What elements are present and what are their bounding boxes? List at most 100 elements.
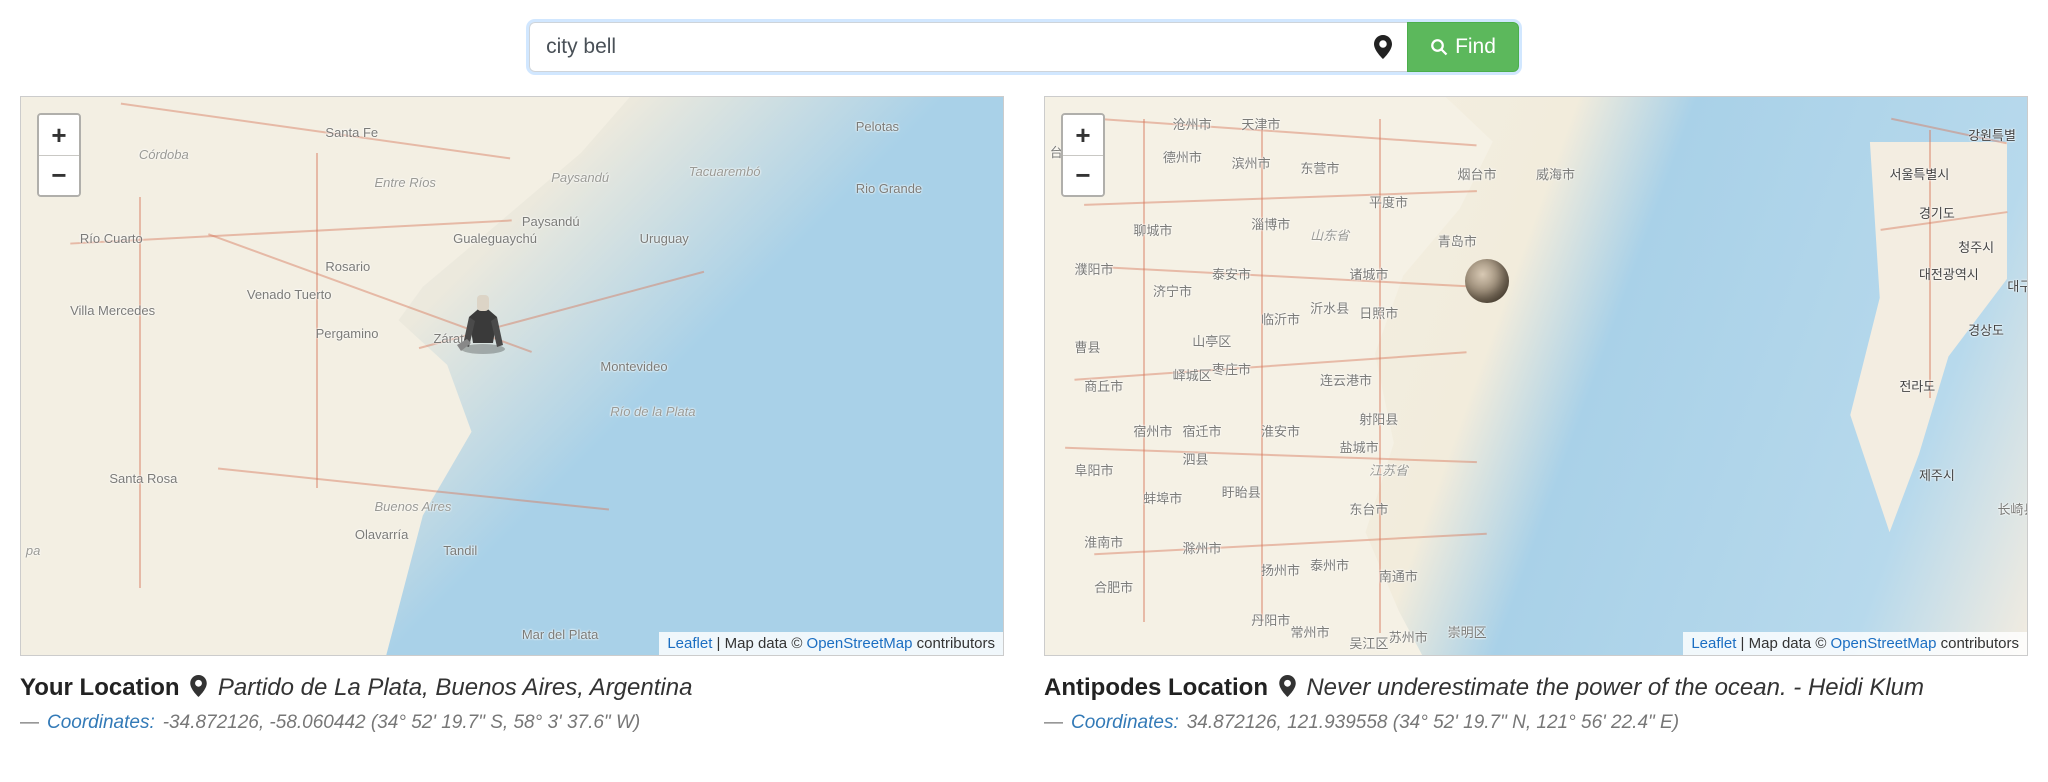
coordinates-link[interactable]: Coordinates:	[1071, 712, 1179, 734]
map-city-label: 滨州市	[1232, 153, 1271, 172]
map-right[interactable]: 沧州市天津市德州市滨州市东营市烟台市威海市平度市聊城市淄博市山东省青岛市台濮阳市…	[1044, 96, 2028, 656]
coords-line-right: — Coordinates: 34.872126, 121.939558 (34…	[1044, 712, 2028, 734]
map-city-label: 烟台市	[1457, 164, 1496, 183]
map-attribution-right: Leaflet | Map data © OpenStreetMap contr…	[1683, 632, 2027, 655]
leaflet-link[interactable]: Leaflet	[667, 635, 712, 652]
map-city-label: 诸城市	[1349, 264, 1388, 283]
map-city-label: 경기도	[1919, 203, 1955, 222]
map-city-label: 长崎县	[1998, 499, 2028, 518]
map-city-label: 淄博市	[1251, 214, 1290, 233]
map-pin-icon	[1279, 675, 1296, 704]
map-city-label: 合肥市	[1094, 577, 1133, 596]
panel-your-location: Santa FeCórdobaEntre RíosPaysandúPaysand…	[20, 96, 1004, 734]
map-city-label: Buenos Aires	[375, 499, 452, 514]
map-city-label: Uruguay	[640, 231, 689, 246]
search-bar: Find	[0, 0, 2048, 96]
map-city-label: Tandil	[443, 543, 477, 558]
map-city-label: 天津市	[1241, 114, 1280, 133]
map-city-label: 射阳县	[1359, 409, 1398, 428]
map-city-label: Paysandú	[522, 214, 580, 229]
panel-title-bold: Antipodes Location	[1044, 674, 1268, 701]
map-city-label: 泗县	[1182, 449, 1208, 468]
map-city-label: pa	[26, 543, 40, 558]
map-city-label: 青岛市	[1438, 231, 1477, 250]
map-city-label: 蚌埠市	[1143, 488, 1182, 507]
map-city-label: 전라도	[1899, 376, 1935, 395]
osm-link[interactable]: OpenStreetMap	[807, 635, 913, 652]
map-city-label: 临沂市	[1261, 309, 1300, 328]
geolocate-button[interactable]	[1359, 22, 1407, 72]
panel-title-bold: Your Location	[20, 674, 180, 701]
coordinates-value: -34.872126, -58.060442 (34° 52' 19.7" S,…	[163, 712, 640, 734]
map-city-label: 江苏省	[1369, 460, 1408, 479]
map-city-label: 경상도	[1968, 320, 2004, 339]
map-city-label: 苏州市	[1389, 627, 1428, 646]
zoom-control-right: + −	[1061, 113, 1105, 197]
map-city-label: 曹县	[1074, 337, 1100, 356]
map-city-label: Río Cuarto	[80, 231, 143, 246]
map-city-label: 山亭区	[1192, 331, 1231, 350]
attr-tail: contributors	[1936, 635, 2019, 652]
map-city-label: 山东省	[1310, 225, 1349, 244]
dash: —	[20, 712, 39, 734]
panels: Santa FeCórdobaEntre RíosPaysandúPaysand…	[0, 96, 2048, 734]
find-button[interactable]: Find	[1407, 22, 1519, 72]
map-city-label: Rio Grande	[856, 181, 922, 196]
map-city-label: Montevideo	[600, 359, 667, 374]
zoom-out-button[interactable]: −	[39, 155, 79, 195]
map-city-label: 吴江区	[1349, 633, 1388, 652]
map-city-label: Santa Rosa	[109, 471, 177, 486]
leaflet-link[interactable]: Leaflet	[1691, 635, 1736, 652]
map-city-label: 阜阳市	[1074, 460, 1113, 479]
map-city-label: Venado Tuerto	[247, 287, 332, 302]
map-city-label: 제주시	[1919, 465, 1955, 484]
map-city-label: 峄城区	[1173, 365, 1212, 384]
map-city-label: Zárate	[433, 331, 471, 346]
osm-link[interactable]: OpenStreetMap	[1831, 635, 1937, 652]
map-city-label: 泰安市	[1212, 264, 1251, 283]
map-city-label: Entre Ríos	[375, 175, 436, 190]
map-city-label: 沂水县	[1310, 298, 1349, 317]
map-city-label: 丹阳市	[1251, 610, 1290, 629]
map-city-label: 威海市	[1536, 164, 1575, 183]
zoom-out-button[interactable]: −	[1063, 155, 1103, 195]
map-city-label: Villa Mercedes	[70, 303, 155, 318]
map-city-label: 日照市	[1359, 303, 1398, 322]
panel-antipodes: 沧州市天津市德州市滨州市东营市烟台市威海市平度市聊城市淄博市山东省青岛市台濮阳市…	[1044, 96, 2028, 734]
map-city-label: Tacuarembó	[689, 164, 761, 179]
map-city-label: 东台市	[1349, 499, 1388, 518]
map-city-label: 대전광역시	[1919, 264, 1979, 283]
map-city-label: 济宁市	[1153, 281, 1192, 300]
map-city-label: 商丘市	[1084, 376, 1123, 395]
map-city-label: 连云港市	[1320, 370, 1372, 389]
coords-line-left: — Coordinates: -34.872126, -58.060442 (3…	[20, 712, 1004, 734]
map-city-label: 扬州市	[1261, 560, 1300, 579]
map-city-label: 崇明区	[1448, 622, 1487, 641]
map-city-label: 南通市	[1379, 566, 1418, 585]
map-city-label: 서울특별시	[1890, 164, 1950, 183]
map-city-label: 平度市	[1369, 192, 1408, 211]
map-city-label: 滁州市	[1182, 538, 1221, 557]
map-city-label: 宿州市	[1133, 421, 1172, 440]
map-city-label: 청주시	[1958, 237, 1994, 256]
panel-title-left: Your Location Partido de La Plata, Bueno…	[20, 674, 1004, 704]
zoom-in-button[interactable]: +	[39, 115, 79, 155]
panel-title-right: Antipodes Location Never underestimate t…	[1044, 674, 2028, 704]
map-left[interactable]: Santa FeCórdobaEntre RíosPaysandúPaysand…	[20, 96, 1004, 656]
search-input[interactable]	[529, 22, 1359, 72]
map-city-label: Olavarría	[355, 527, 408, 542]
attr-sep: | Map data ©	[712, 635, 806, 652]
coordinates-link[interactable]: Coordinates:	[47, 712, 155, 734]
attr-sep: | Map data ©	[1736, 635, 1830, 652]
map-city-label: 沧州市	[1173, 114, 1212, 133]
map-city-label: 枣庄市	[1212, 359, 1251, 378]
map-pin-icon	[1374, 35, 1392, 59]
map-city-label: Río de la Plata	[610, 404, 695, 419]
map-city-label: Pergamino	[316, 326, 379, 341]
map-city-label: Pelotas	[856, 119, 899, 134]
zoom-in-button[interactable]: +	[1063, 115, 1103, 155]
map-city-label: 宿迁市	[1182, 421, 1221, 440]
map-city-label: Córdoba	[139, 147, 189, 162]
find-button-label: Find	[1455, 35, 1496, 59]
map-city-label: Mar del Plata	[522, 627, 599, 642]
